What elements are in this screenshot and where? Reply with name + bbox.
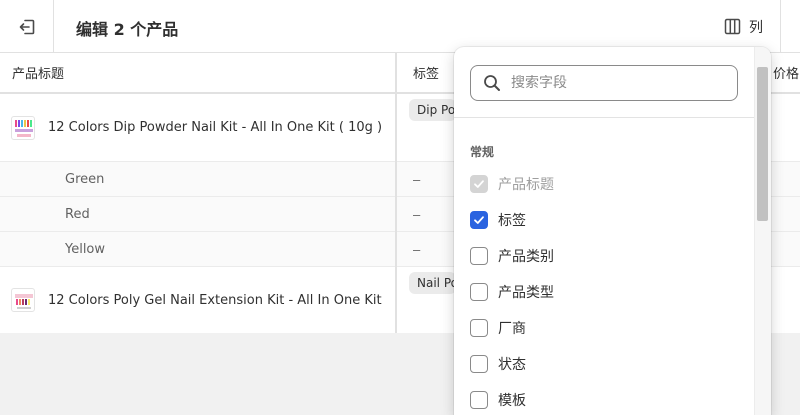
checkbox-checked[interactable] [470,211,488,229]
column-header-title[interactable]: 产品标题 [12,53,64,92]
search-field[interactable] [470,65,738,101]
option-label: 产品类型 [498,285,554,301]
page-title: 编辑 2 个产品 [76,20,179,39]
checkbox[interactable] [470,247,488,265]
check-icon [474,180,484,188]
option-product-category[interactable]: 产品类别 [470,244,554,268]
option-tags[interactable]: 标签 [470,208,526,232]
tag-empty: – [413,242,421,257]
columns-label: 列 [749,19,763,36]
bulk-editor: 编辑 2 个产品 列 产品标题 标签 价格 12 Colors Dip Powd… [0,0,800,415]
exit-icon [19,19,34,34]
checkbox-checked-disabled [470,175,488,193]
option-label: 标签 [498,213,526,229]
product-thumbnail [11,288,35,312]
option-label: 产品标题 [498,177,554,193]
scrollbar-thumb[interactable] [757,67,768,221]
tag-chip[interactable]: Dip Powder [409,99,456,121]
check-icon [474,216,484,224]
header-divider [780,0,781,53]
option-label: 模板 [498,393,526,409]
tag-empty: – [413,172,421,187]
option-template[interactable]: 模板 [470,388,526,412]
checkbox[interactable] [470,283,488,301]
option-product-type[interactable]: 产品类型 [470,280,554,304]
variant-title: Red [65,207,90,222]
exit-button[interactable] [0,0,54,53]
option-product-title: 产品标题 [470,172,554,196]
option-label: 厂商 [498,321,526,337]
checkbox[interactable] [470,391,488,409]
variant-title: Green [65,172,105,187]
top-bar: 编辑 2 个产品 列 [0,0,800,53]
product-title[interactable]: 12 Colors Poly Gel Nail Extension Kit - … [48,293,382,308]
product-thumbnail [11,116,35,140]
columns-button[interactable]: 列 [706,0,780,53]
column-header-price[interactable]: 价格 [773,53,799,92]
checkbox[interactable] [470,355,488,373]
variant-title: Yellow [65,242,106,257]
product-title[interactable]: 12 Colors Dip Powder Nail Kit - All In O… [48,120,382,135]
columns-icon [724,18,741,35]
section-heading: 常规 [470,145,495,159]
option-label: 产品类别 [498,249,554,265]
divider [454,117,754,118]
option-status[interactable]: 状态 [470,352,526,376]
option-label: 状态 [498,357,526,373]
column-picker-popover: 常规 产品标题 标签 产品类别 产品类型 厂商 状态 [454,47,771,415]
search-input[interactable] [511,75,711,91]
tag-empty: – [413,207,421,222]
search-icon [484,75,500,91]
tag-chip[interactable]: Nail Polish [409,272,456,294]
column-header-tags[interactable]: 标签 [413,53,439,92]
checkbox[interactable] [470,319,488,337]
option-vendor[interactable]: 厂商 [470,316,526,340]
column-divider[interactable] [395,53,397,333]
